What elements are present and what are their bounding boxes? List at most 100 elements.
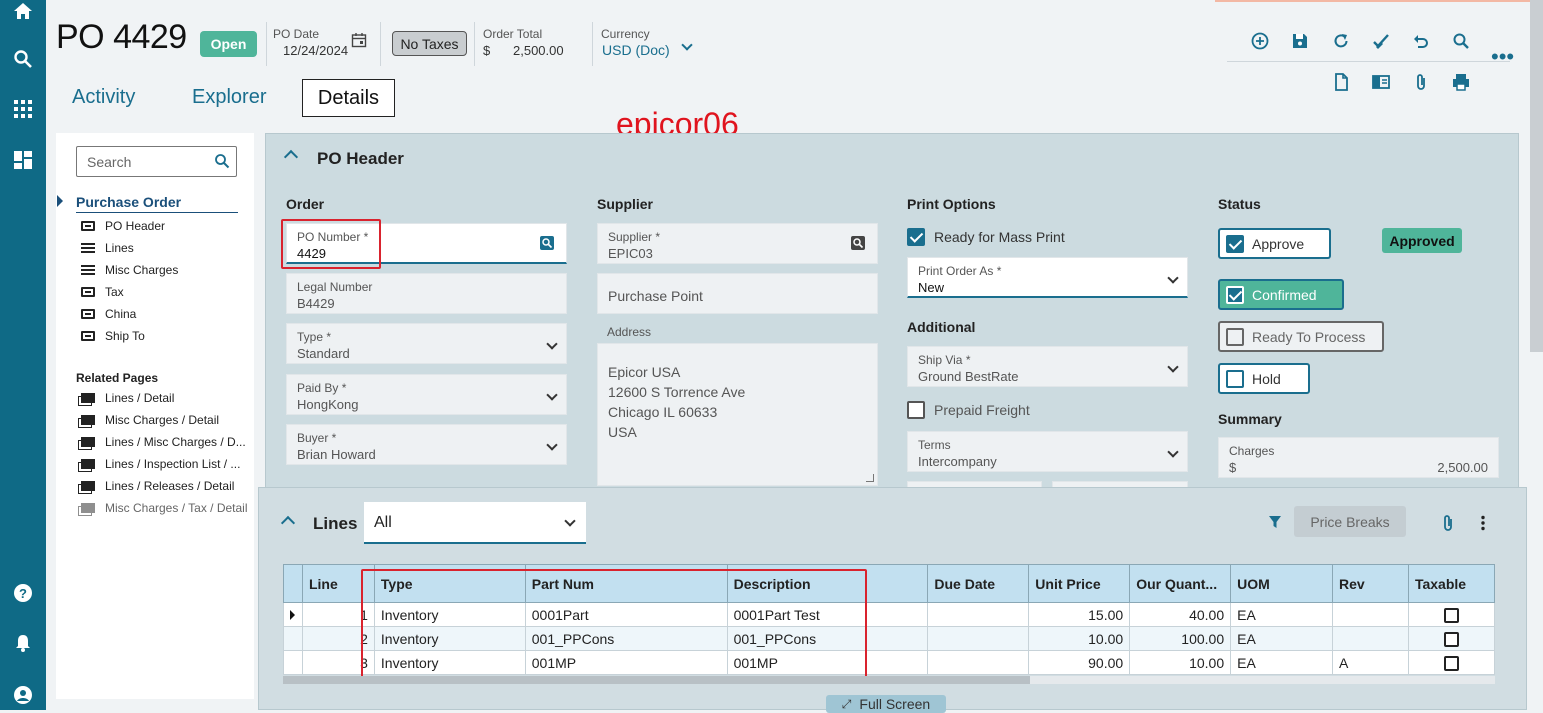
bell-icon[interactable] [8,628,38,658]
refresh-icon[interactable] [1330,30,1352,52]
undo-icon[interactable] [1410,30,1432,52]
user-icon[interactable] [8,680,38,710]
cell-our-quantity[interactable]: 40.00 [1129,602,1232,627]
checkbox-unchecked-icon[interactable] [1443,607,1459,623]
cell-taxable[interactable] [1407,602,1496,627]
type-select[interactable]: Type * Standard [286,323,567,364]
column-header-taxable[interactable]: Taxable [1407,564,1496,603]
apps-grid-icon[interactable] [8,94,38,124]
nav-item-tax[interactable]: Tax [81,282,178,302]
related-item[interactable]: Misc Charges / Tax / Detail [81,497,248,519]
panel-icon[interactable] [1370,71,1392,93]
ready-to-process-toggle[interactable]: Ready To Process [1218,321,1384,352]
purchase-point-field[interactable]: Purchase Point [597,273,878,314]
related-item[interactable]: Lines / Releases / Detail [81,475,248,497]
chevron-down-icon[interactable] [681,39,693,51]
full-screen-button[interactable]: ⤢ Full Screen [826,695,946,713]
lines-filter-select[interactable]: All [364,502,586,544]
field-value: EPIC03 [608,246,653,261]
prepaid-freight-checkbox[interactable]: Prepaid Freight [907,401,1030,419]
search-icon[interactable] [1450,30,1472,52]
cell-uom[interactable]: EA [1230,650,1334,675]
add-icon[interactable] [1249,30,1271,52]
column-header-due-date[interactable]: Due Date [927,564,1030,603]
related-item[interactable]: Misc Charges / Detail [81,409,248,431]
approve-toggle[interactable]: Approve [1218,228,1331,259]
tab-details[interactable]: Details [302,79,395,117]
kebab-menu-icon[interactable] [1480,515,1486,531]
cell-our-quantity[interactable]: 100.00 [1129,626,1232,651]
related-item[interactable]: Lines / Detail [81,387,248,409]
confirmed-toggle[interactable]: Confirmed [1218,279,1344,310]
attachment-icon[interactable] [1410,71,1432,93]
row-pointer-icon[interactable] [283,602,303,627]
cell-uom[interactable]: EA [1230,602,1334,627]
print-order-as-select[interactable]: Print Order As * New [907,257,1188,298]
price-breaks-button[interactable]: Price Breaks [1294,506,1406,537]
print-icon[interactable] [1450,71,1472,93]
hold-toggle[interactable]: Hold [1218,363,1310,394]
nav-item-ship-to[interactable]: Ship To [81,326,178,346]
column-header-uom[interactable]: UOM [1230,564,1334,603]
cell-unit-price[interactable]: 90.00 [1028,650,1131,675]
buyer-select[interactable]: Buyer * Brian Howard [286,424,567,465]
cell-unit-price[interactable]: 15.00 [1028,602,1131,627]
vertical-scrollbar[interactable] [1530,0,1543,352]
document-icon[interactable] [1330,71,1352,93]
checkbox-unchecked-icon[interactable] [1443,655,1459,671]
filter-icon[interactable] [1268,515,1282,529]
attachment-icon[interactable] [1437,512,1459,534]
related-item[interactable]: Lines / Inspection List / ... [81,453,248,475]
mass-print-checkbox[interactable]: Ready for Mass Print [907,228,1065,246]
tab-activity[interactable]: Activity [72,86,135,109]
no-taxes-button[interactable]: No Taxes [392,31,467,56]
column-header-unit-price[interactable]: Unit Price [1028,564,1131,603]
search-icon[interactable] [8,44,38,74]
lookup-icon[interactable] [851,236,865,250]
cell-due-date[interactable] [927,602,1030,627]
lookup-icon[interactable] [540,236,554,250]
nav-item-po-header[interactable]: PO Header [81,216,178,236]
save-icon[interactable] [1289,30,1311,52]
nav-item-misc-charges[interactable]: Misc Charges [81,260,178,280]
cell-our-quantity[interactable]: 10.00 [1129,650,1232,675]
column-header-our-quantity[interactable]: Our Quant... [1129,564,1232,603]
row-selector-cell[interactable] [283,626,303,651]
home-icon[interactable] [8,0,38,26]
ship-via-select[interactable]: Ship Via * Ground BestRate [907,346,1188,387]
cell-rev[interactable]: A [1332,650,1409,675]
cell-due-date[interactable] [927,650,1030,675]
paid-by-select[interactable]: Paid By * HongKong [286,374,567,415]
cell-unit-price[interactable]: 10.00 [1028,626,1131,651]
cell-taxable[interactable] [1407,650,1496,675]
related-item[interactable]: Lines / Misc Charges / D... [81,431,248,453]
column-header-rev[interactable]: Rev [1332,564,1409,603]
cell-rev[interactable] [1332,602,1409,627]
terms-select[interactable]: Terms Intercompany [907,431,1188,472]
resize-handle-icon[interactable] [866,474,874,482]
currency-value[interactable]: USD (Doc) [602,42,670,58]
status-badge: Open [200,31,257,57]
search-icon[interactable] [214,153,230,169]
dashboard-icon[interactable] [8,145,38,175]
row-selector-cell[interactable] [283,650,303,675]
po-date-value[interactable]: 12/24/2024 [283,43,348,58]
nav-section-purchase-order[interactable]: Purchase Order [76,194,181,210]
calendar-icon[interactable] [351,32,367,48]
cell-due-date[interactable] [927,626,1030,651]
checkbox-unchecked-icon[interactable] [1443,631,1459,647]
cell-rev[interactable] [1332,626,1409,651]
help-icon[interactable]: ? [8,578,38,608]
caret-right-icon[interactable] [57,195,63,207]
cell-uom[interactable]: EA [1230,626,1334,651]
supplier-field[interactable]: Supplier * EPIC03 [597,223,878,264]
nav-item-lines[interactable]: Lines [81,238,178,258]
cell-taxable[interactable] [1407,626,1496,651]
address-textarea[interactable]: Epicor USA 12600 S Torrence Ave Chicago … [597,343,878,486]
clear-brush-icon[interactable] [1370,30,1392,52]
horizontal-scrollbar[interactable] [283,676,1495,684]
nav-search-input[interactable]: Search [76,146,237,177]
tab-explorer[interactable]: Explorer [192,86,266,109]
scrollbar-thumb[interactable] [283,676,1030,684]
nav-item-china[interactable]: China [81,304,178,324]
